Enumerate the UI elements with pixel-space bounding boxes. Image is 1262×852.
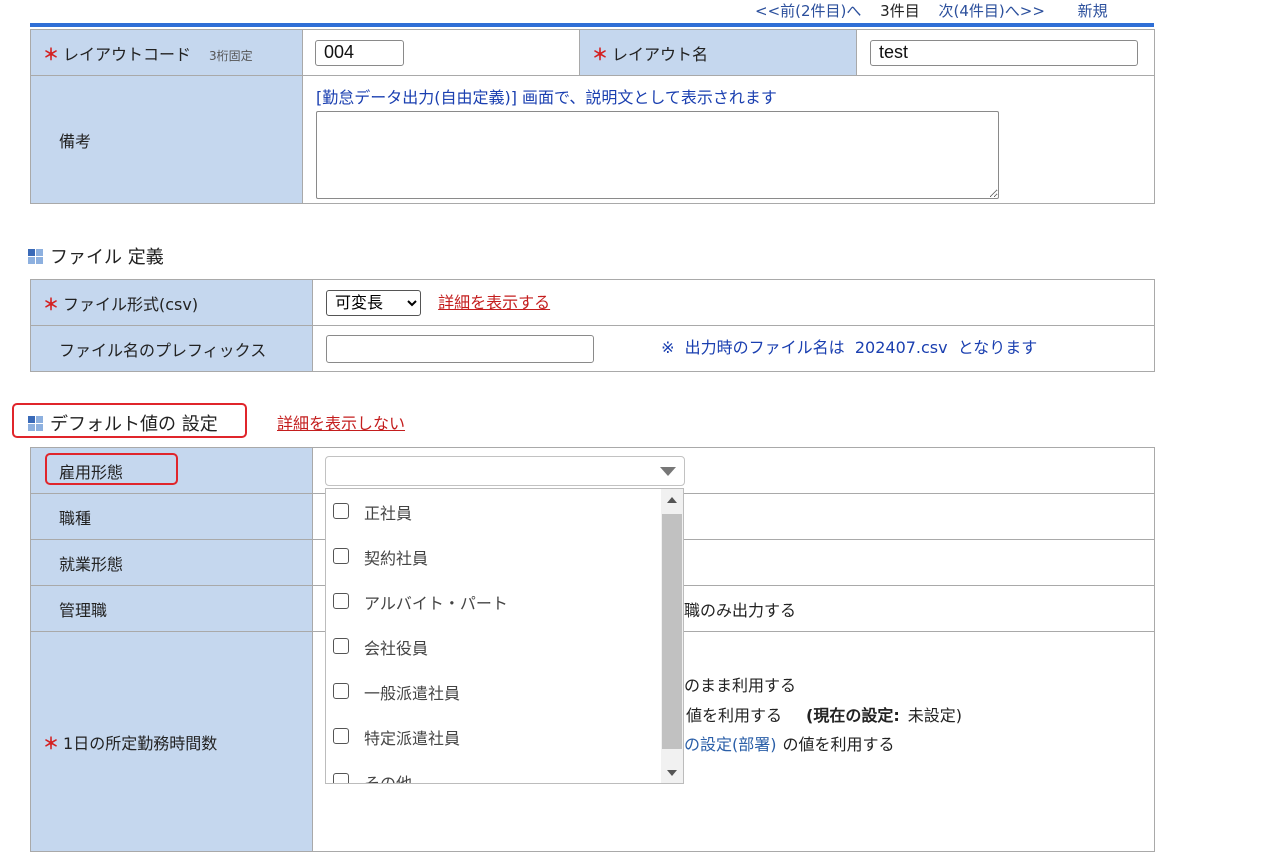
required-mark: ＊ — [43, 44, 60, 64]
remarks-cell: [勤怠データ出力(自由定義)] 画面で、説明文として表示されます — [302, 75, 1155, 204]
option-label: 特定派遣社員 — [364, 729, 461, 748]
prev-record-link[interactable]: <<前(2件目)へ — [755, 2, 861, 20]
remarks-label-cell: 備考 — [30, 75, 303, 204]
next-record-link[interactable]: 次(4件目)へ>> — [939, 2, 1045, 20]
checkbox[interactable] — [333, 548, 349, 564]
daily-hours-option-3: の設定(部署) の値を利用する — [684, 731, 895, 755]
option-label: 一般派遣社員 — [364, 684, 461, 703]
department-setting-link[interactable]: の設定(部署) — [684, 735, 777, 754]
current-record-indicator: 3件目 — [880, 2, 920, 20]
checkbox[interactable] — [333, 638, 349, 654]
file-section-title-text: ファイル 定義 — [50, 247, 164, 268]
daily-hours-option-2: 値を利用する (現在の設定: 未設定) — [686, 702, 962, 726]
option-label: 契約社員 — [364, 549, 429, 568]
layout-code-cell — [302, 29, 580, 76]
current-setting-label: (現在の設定: — [806, 706, 900, 725]
chevron-down-icon — [660, 467, 676, 476]
option-label: その他 — [364, 774, 413, 784]
daily-hours-option-1: のまま利用する — [684, 676, 797, 695]
option-label: 正社員 — [364, 504, 413, 523]
checkbox[interactable] — [333, 593, 349, 609]
list-item[interactable]: 契約社員 — [326, 534, 660, 579]
list-item[interactable]: アルバイト・パート — [326, 579, 660, 624]
daily-hours-option-2-text: 値を利用する — [686, 706, 783, 725]
checkbox[interactable] — [333, 728, 349, 744]
file-section-title: ファイル 定義 — [28, 243, 164, 269]
file-format-label: ファイル形式(csv) — [63, 294, 199, 314]
daily-hours-option-3-text: の値を利用する — [782, 735, 895, 754]
layout-code-label-cell: ＊レイアウトコード 3桁固定 — [30, 29, 303, 76]
remarks-label: 備考 — [59, 131, 92, 151]
required-mark: ＊ — [592, 44, 609, 64]
list-item[interactable]: 正社員 — [326, 489, 660, 534]
grid-icon — [28, 416, 44, 432]
scroll-up-icon[interactable] — [667, 497, 677, 503]
file-definition-table: ＊ファイル形式(csv) 可変長 詳細を表示する ファイル名のプレフィックス ※… — [30, 279, 1155, 372]
employment-type-dropdown: 正社員 契約社員 アルバイト・パート 会社役員 一般派遣社員 特定派遣社員 その… — [325, 488, 684, 784]
manager-label-cell: 管理職 — [30, 585, 313, 632]
job-type-label: 職種 — [59, 508, 92, 528]
manager-option-text: 職のみ出力する — [684, 601, 797, 620]
hide-details-link[interactable]: 詳細を表示しない — [277, 410, 405, 434]
grid-icon — [28, 249, 44, 265]
scrollbar-thumb[interactable] — [662, 514, 682, 749]
default-section-title-text: デフォルト値の 設定 — [50, 414, 218, 435]
new-record-link[interactable]: 新規 — [1078, 2, 1108, 20]
layout-info-table: ＊レイアウトコード3桁固定 ＊レイアウト名 備考 [勤怠データ出力(自由定義)]… — [30, 29, 1155, 204]
layout-name-label-cell: ＊レイアウト名 — [579, 29, 857, 76]
checkbox[interactable] — [333, 503, 349, 519]
record-navigation: <<前(2件目)へ 3件目 次(4件目)へ>> 新規 — [755, 0, 1122, 21]
layout-code-note: 3桁固定 — [209, 48, 253, 63]
prefix-cell: ※ 出力時のファイル名は 202407.csv となります — [312, 325, 1155, 372]
dropdown-scrollbar[interactable] — [661, 489, 683, 783]
file-format-select[interactable]: 可変長 — [326, 289, 421, 316]
file-format-cell: 可変長 詳細を表示する — [312, 279, 1155, 326]
current-setting-value: 未設定) — [907, 706, 962, 725]
list-item[interactable]: 会社役員 — [326, 624, 660, 669]
prefix-label-cell: ファイル名のプレフィックス — [30, 325, 313, 372]
checkbox[interactable] — [333, 773, 349, 783]
employment-type-combobox[interactable] — [325, 456, 685, 486]
option-label: 会社役員 — [364, 639, 429, 658]
remarks-textarea[interactable] — [316, 111, 999, 199]
daily-hours-label-cell: ＊ 1日の所定勤務時間数 — [30, 631, 313, 852]
option-label: アルバイト・パート — [364, 594, 508, 613]
layout-code-label: レイアウトコード — [63, 44, 192, 64]
list-item[interactable]: その他 — [326, 759, 660, 784]
filename-note: ※ 出力時のファイル名は 202407.csv となります — [661, 338, 1038, 358]
layout-name-label: レイアウト名 — [612, 44, 709, 64]
scroll-down-icon[interactable] — [667, 770, 677, 776]
checkbox[interactable] — [333, 683, 349, 699]
layout-name-input[interactable] — [870, 39, 1138, 66]
header-divider — [30, 23, 1154, 27]
required-mark: ＊ — [43, 733, 60, 753]
prefix-label: ファイル名のプレフィックス — [59, 340, 267, 360]
layout-name-cell — [856, 29, 1155, 76]
daily-hours-label: 1日の所定勤務時間数 — [63, 733, 218, 753]
job-type-label-cell: 職種 — [30, 493, 313, 540]
show-details-link[interactable]: 詳細を表示する — [438, 293, 550, 312]
layout-code-input[interactable] — [315, 39, 404, 66]
default-section-title: デフォルト値の 設定 — [28, 410, 218, 436]
list-item[interactable]: 特定派遣社員 — [326, 714, 660, 759]
file-format-label-cell: ＊ファイル形式(csv) — [30, 279, 313, 326]
prefix-input[interactable] — [326, 334, 594, 363]
required-mark: ＊ — [43, 294, 60, 314]
work-style-label: 就業形態 — [59, 554, 124, 574]
remarks-note: [勤怠データ出力(自由定義)] 画面で、説明文として表示されます — [316, 88, 777, 107]
list-item[interactable]: 一般派遣社員 — [326, 669, 660, 714]
work-style-label-cell: 就業形態 — [30, 539, 313, 586]
employment-type-highlight — [45, 453, 178, 485]
manager-label: 管理職 — [59, 600, 108, 620]
